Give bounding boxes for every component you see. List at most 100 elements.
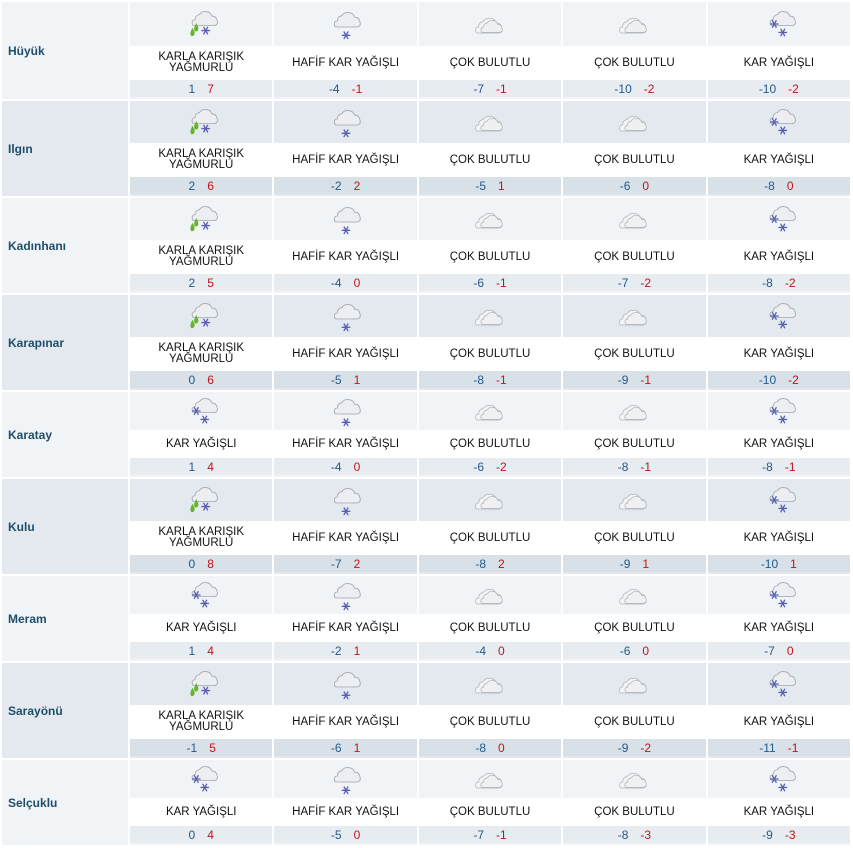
city-name[interactable]: Kulu [2, 479, 128, 574]
temperature-range: -10 -2 [707, 371, 851, 388]
day-cell: KAR YAĞIŞLI -9 -3 [705, 760, 851, 845]
city-name[interactable]: Sarayönü [2, 663, 128, 758]
temperature-range: -2 2 [274, 177, 417, 194]
day-cell: ÇOK BULUTLU -6 0 [561, 101, 706, 196]
temperature-range: -4 0 [274, 458, 417, 475]
day-cell: ÇOK BULUTLU -9 -1 [561, 295, 706, 390]
day-cell: KARLA KARIŞIK YAĞMURLU 2 5 [128, 198, 273, 293]
day-cell: HAFİF KAR YAĞIŞLI -6 1 [272, 663, 417, 758]
day-columns: KAR YAĞIŞLI 0 4 HAFİF KAR YAĞIŞLI -5 0 ÇOK BUL… [128, 760, 851, 845]
sleet-icon [130, 198, 273, 240]
cloudy-icon [563, 576, 706, 614]
cloudy-icon [563, 101, 706, 143]
cloudy-icon [418, 198, 562, 240]
temperature-range: -9 -2 [563, 739, 706, 756]
cloudy-icon [563, 392, 706, 430]
temperature-range: -10 1 [707, 555, 851, 572]
cloudy-icon [563, 198, 706, 240]
temperature-range: 04 [130, 826, 273, 843]
temp-max: 2 [353, 178, 361, 193]
day-cell: ÇOK BULUTLU -10 -2 [561, 2, 706, 99]
day-columns: KARLA KARIŞIK YAĞMURLU 1 7 HAFİF KAR YAĞIŞL… [128, 2, 851, 99]
condition-label: ÇOK BULUTLU [563, 240, 706, 274]
city-row: Kulu KARLA KARIŞIK YAĞMURLU 0 8 HAFİF KAR YA… [2, 479, 851, 576]
condition-label: KAR YAĞIŞLI [707, 798, 851, 826]
snow-icon [707, 392, 851, 430]
snow-icon [707, 663, 851, 705]
sleet-icon [130, 101, 273, 143]
temperature-range: 08 [130, 555, 273, 572]
snow-icon [707, 198, 851, 240]
day-cell: ÇOK BULUTLU -4 0 [416, 576, 562, 661]
cloudy-icon [418, 479, 562, 521]
temp-min: -10 [758, 372, 777, 387]
temperature-range: -2 1 [274, 642, 417, 659]
condition-label: HAFİF KAR YAĞIŞLI [274, 705, 417, 739]
sleet-icon [130, 2, 273, 46]
temp-max: 5 [209, 740, 216, 755]
temp-max: 0 [642, 178, 650, 193]
condition-label: ÇOK BULUTLU [418, 143, 562, 177]
temp-max: 1 [642, 556, 650, 571]
temp-min: 0 [188, 556, 196, 571]
temp-min: -9 [617, 372, 629, 387]
snow-icon [130, 392, 273, 430]
cloudy-icon [563, 479, 706, 521]
city-name[interactable]: Hüyük [2, 2, 128, 99]
temp-max: 0 [786, 178, 794, 193]
condition-label: HAFİF KAR YAĞIŞLI [274, 240, 417, 274]
light-snow-icon [274, 663, 417, 705]
temp-max: 4 [207, 827, 214, 842]
temperature-range: -6 -2 [418, 458, 562, 475]
day-cell: ÇOK BULUTLU -6 -2 [416, 392, 562, 477]
day-cell: KAR YAĞIŞLI 1 4 [128, 576, 273, 661]
city-name[interactable]: Karatay [2, 392, 128, 477]
temp-min: -7 [473, 81, 485, 96]
light-snow-icon [274, 392, 417, 430]
temp-max: -1 [496, 827, 507, 842]
condition-label: ÇOK BULUTLU [418, 521, 562, 555]
city-row: Selçuklu KAR YAĞIŞLI 0 4 HAFİF KAR YAĞIŞLI -5… [2, 760, 851, 847]
temp-max: -2 [640, 740, 652, 755]
temperature-range: -6 -1 [418, 274, 562, 291]
city-name[interactable]: Selçuklu [2, 760, 128, 845]
temp-min: -8 [617, 827, 629, 842]
city-row: Karatay KAR YAĞIŞLI 1 4 HAFİF KAR YAĞIŞLI -4 0… [2, 392, 851, 479]
condition-label: HAFİF KAR YAĞIŞLI [274, 143, 417, 177]
day-cell: ÇOK BULUTLU -6 -1 [416, 198, 562, 293]
light-snow-icon [274, 295, 417, 337]
temp-min: -4 [475, 643, 486, 658]
cloudy-icon [563, 295, 706, 337]
cloudy-icon [418, 576, 562, 614]
city-name[interactable]: Karapınar [2, 295, 128, 390]
day-cell: KARLA KARIŞIK YAĞMURLU 2 6 [128, 101, 273, 196]
temp-min: -10 [758, 81, 777, 96]
condition-label: KAR YAĞIŞLI [707, 705, 851, 739]
city-name[interactable]: Kadınhanı [2, 198, 128, 293]
sleet-icon [130, 663, 273, 705]
temp-max: 1 [498, 178, 505, 193]
temp-min: -9 [617, 740, 629, 755]
condition-label: KARLA KARIŞIK YAĞMURLU [130, 240, 273, 274]
day-cell: HAFİF KAR YAĞIŞLI -2 1 [272, 576, 417, 661]
temperature-range: -9 1 [563, 555, 706, 572]
day-cell: ÇOK BULUTLU -6 0 [561, 576, 706, 661]
temperature-range: -8 2 [418, 555, 562, 572]
temperature-range: -8 -1 [563, 458, 706, 475]
temp-min: -10 [614, 81, 632, 96]
day-cell: HAFİF KAR YAĞIŞLI -7 2 [272, 479, 417, 574]
cloudy-icon [418, 663, 562, 705]
temp-min: -8 [475, 556, 486, 571]
temp-min: -11 [759, 740, 776, 755]
day-cell: HAFİF KAR YAĞIŞLI -5 0 [272, 760, 417, 845]
temperature-range: -4 -1 [274, 80, 417, 97]
temp-min: -9 [619, 556, 631, 571]
city-name[interactable]: Meram [2, 576, 128, 661]
day-cell: KAR YAĞIŞLI -8 -2 [705, 198, 851, 293]
day-cell: KAR YAĞIŞLI -8 0 [705, 101, 851, 196]
temperature-range: -7 2 [274, 555, 417, 572]
day-columns: KARLA KARIŞIK YAĞMURLU -1 5 HAFİF KAR YAĞIŞ… [128, 663, 851, 758]
temperature-range: -7 -1 [418, 826, 562, 843]
city-name[interactable]: Ilgın [2, 101, 128, 196]
day-cell: KAR YAĞIŞLI 1 4 [128, 392, 273, 477]
